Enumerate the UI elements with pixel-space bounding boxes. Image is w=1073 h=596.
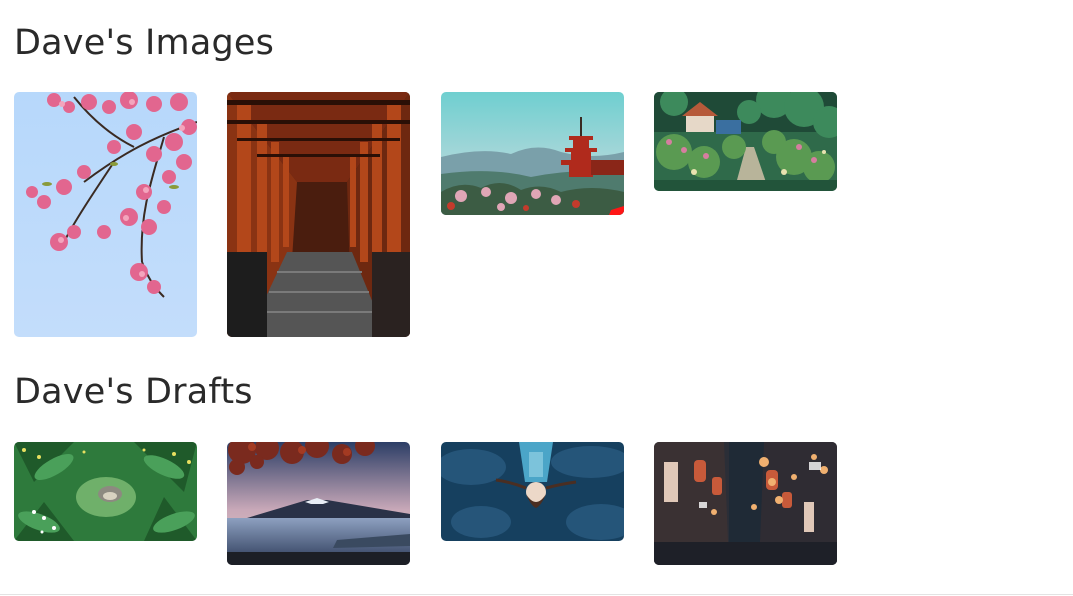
mount-fuji-lake-image[interactable] xyxy=(227,442,410,565)
torii-gate-path-image[interactable] xyxy=(227,92,410,337)
forest-creature-image[interactable] xyxy=(14,442,197,541)
pagoda-landscape-image[interactable] xyxy=(441,92,624,215)
bottom-divider xyxy=(0,594,1073,595)
anime-falling-girl-image[interactable] xyxy=(441,442,624,541)
section-title-images: Dave's Images xyxy=(14,23,275,63)
image-gallery-page: Dave's Images Dave's Drafts xyxy=(0,0,1073,596)
night-alley-lanterns-image[interactable] xyxy=(654,442,837,565)
anime-garden-path-image[interactable] xyxy=(654,92,837,191)
cherry-blossom-image[interactable] xyxy=(14,92,197,337)
section-title-drafts: Dave's Drafts xyxy=(14,372,253,412)
